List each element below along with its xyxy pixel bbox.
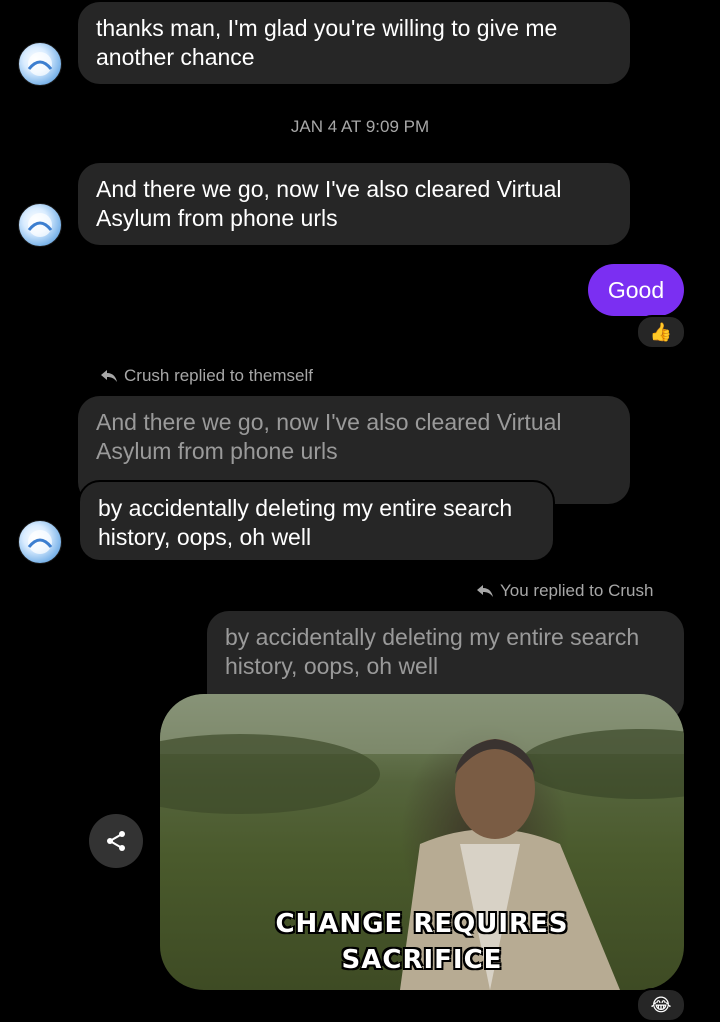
share-icon <box>107 831 125 851</box>
avatar[interactable] <box>18 520 62 564</box>
share-button[interactable] <box>89 814 143 868</box>
message-bubble[interactable]: And there we go, now I've also cleared V… <box>78 163 630 245</box>
message-text: And there we go, now I've also cleared V… <box>96 176 562 231</box>
message-bubble[interactable]: by accidentally deleting my entire searc… <box>78 480 555 562</box>
reply-label: You replied to Crush <box>476 581 653 601</box>
quoted-text: by accidentally deleting my entire searc… <box>225 624 640 679</box>
message-text: by accidentally deleting my entire searc… <box>98 495 513 550</box>
reply-arrow-icon <box>101 370 117 382</box>
reaction-badge[interactable]: 👍 <box>636 315 686 349</box>
message-bubble[interactable]: thanks man, I'm glad you're willing to g… <box>78 2 630 84</box>
timestamp: JAN 4 AT 9:09 PM <box>290 117 430 136</box>
message-text: thanks man, I'm glad you're willing to g… <box>96 15 558 70</box>
avatar[interactable] <box>18 42 62 86</box>
avatar[interactable] <box>18 203 62 247</box>
outgoing-message-bubble[interactable]: Good <box>588 264 684 316</box>
reply-label-text: You replied to Crush <box>500 581 654 600</box>
reaction-badge[interactable]: 😂 <box>636 988 686 1022</box>
thumbs-up-icon: 👍 <box>649 321 673 342</box>
gif-message[interactable]: CHANGE REQUIRES SACRIFICE <box>160 694 684 990</box>
message-text: Good <box>607 277 665 303</box>
laughing-icon: 😂 <box>650 994 672 1015</box>
gif-caption-line: CHANGE REQUIRES <box>275 909 569 939</box>
quoted-text: And there we go, now I've also cleared V… <box>96 409 562 464</box>
gif-caption-line: SACRIFICE <box>341 945 503 975</box>
reply-label-text: Crush replied to themself <box>124 366 313 385</box>
reply-arrow-icon <box>477 585 493 597</box>
reply-label: Crush replied to themself <box>100 366 313 386</box>
